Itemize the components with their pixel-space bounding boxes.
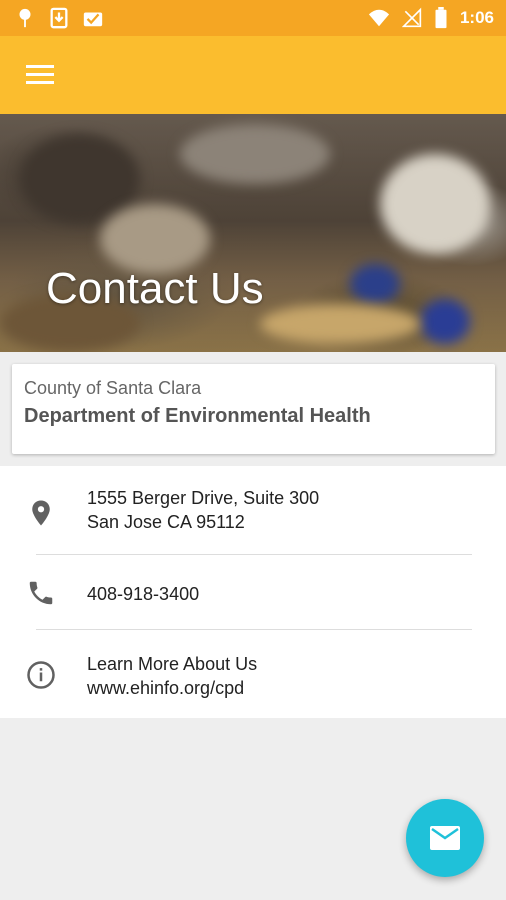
- email-icon: [430, 826, 460, 850]
- info-link[interactable]: www.ehinfo.org/cpd: [87, 676, 257, 700]
- wifi-icon: [368, 9, 390, 27]
- info-line-1: Learn More About Us: [87, 654, 258, 674]
- contact-list: 1555 Berger Drive, Suite 300 San Jose CA…: [0, 466, 506, 718]
- email-fab-button[interactable]: [406, 799, 484, 877]
- battery-icon: [435, 7, 447, 29]
- phone-icon: [29, 581, 53, 605]
- info-icon: [27, 661, 55, 689]
- department-name: Department of Environmental Health: [24, 405, 371, 427]
- menu-button[interactable]: [20, 59, 60, 91]
- organization-card: County of Santa Clara Department of Envi…: [12, 364, 495, 454]
- county-name: County of Santa Clara: [24, 378, 202, 398]
- hero-image: Contact Us: [0, 114, 506, 352]
- page-title: Contact Us: [46, 264, 264, 313]
- divider: [36, 554, 472, 555]
- phone-number: 408-918-3400: [87, 584, 200, 604]
- phone-row[interactable]: 408-918-3400: [0, 574, 506, 614]
- mail-check-icon: [83, 12, 103, 27]
- no-signal-icon: [401, 7, 422, 28]
- hamburger-menu-icon: [26, 65, 54, 84]
- app-toolbar: [0, 36, 506, 114]
- location-pin-icon: [32, 500, 50, 526]
- address-line-1: 1555 Berger Drive, Suite 300: [87, 488, 320, 508]
- info-text: Learn More About Us www.ehinfo.org/cpd: [87, 652, 257, 700]
- status-bar: 1:06: [0, 0, 506, 36]
- address-text: 1555 Berger Drive, Suite 300 San Jose CA…: [87, 486, 319, 534]
- status-time: 1:06: [459, 8, 494, 27]
- notification-pin-icon: [19, 8, 31, 28]
- info-row[interactable]: Learn More About Us www.ehinfo.org/cpd: [0, 650, 506, 706]
- address-line-2: San Jose CA 95112: [87, 512, 245, 532]
- divider: [36, 629, 472, 630]
- download-icon: [50, 7, 68, 29]
- address-row[interactable]: 1555 Berger Drive, Suite 300 San Jose CA…: [0, 486, 506, 552]
